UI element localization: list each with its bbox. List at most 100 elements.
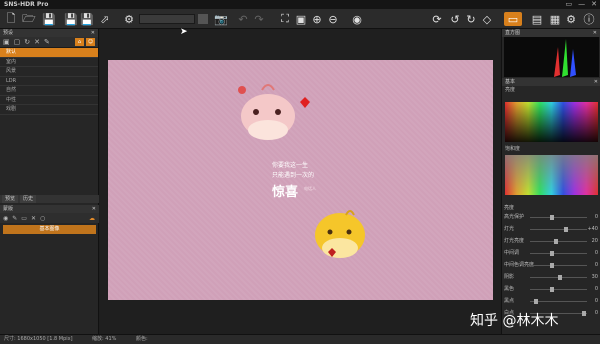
slider-knob[interactable] — [550, 263, 554, 268]
watermark-text: 知乎 @林木木 — [470, 313, 559, 329]
open-file-icon[interactable]: 🗁 — [22, 12, 36, 26]
preset-item[interactable]: LDR — [0, 77, 98, 86]
restore-window-icon[interactable]: ▭ — [566, 0, 573, 9]
brightness-color-picker[interactable] — [505, 102, 598, 142]
color-swatch[interactable] — [198, 14, 208, 24]
redo-icon[interactable]: ↻ — [464, 12, 478, 26]
delete-preset-icon[interactable]: ✕ — [34, 38, 40, 46]
export-icon[interactable]: ⬀ — [98, 12, 112, 26]
redo-arrow-icon[interactable]: ↷ — [252, 12, 266, 26]
actual-size-icon[interactable]: ▣ — [294, 12, 308, 26]
slider-value[interactable]: 0 — [595, 297, 598, 306]
slider-knob[interactable] — [558, 275, 562, 280]
close-window-icon[interactable]: ✕ — [591, 0, 597, 9]
brightness-label: 亮度 — [505, 87, 516, 93]
slider-row[interactable]: 阴影 30 — [504, 273, 599, 282]
slider-knob[interactable] — [550, 215, 554, 220]
presets-toolbar: ▣ ▢ ↻ ✕ ✎ ⌂ ☺ — [0, 37, 98, 48]
slider-value[interactable]: 0 — [595, 309, 598, 318]
histogram — [504, 37, 599, 77]
save-copy-icon[interactable]: 💾 — [80, 12, 94, 26]
tab-history[interactable]: 历史 — [20, 195, 37, 203]
undo-icon[interactable]: ↺ — [448, 12, 462, 26]
slider-row[interactable]: 高光保护 0 — [504, 213, 599, 222]
preset-item[interactable]: 默认 — [0, 48, 98, 58]
grid-icon[interactable]: ▦ — [548, 12, 562, 26]
undo-arrow-icon[interactable]: ↶ — [236, 12, 250, 26]
zoom-input[interactable] — [139, 14, 195, 24]
slider-value[interactable]: 20 — [592, 237, 598, 246]
slider-value[interactable]: 0 — [595, 285, 598, 294]
zoom-in-icon[interactable]: ⊕ — [310, 12, 324, 26]
saturation-label: 饱和度 — [505, 146, 521, 152]
slider-knob[interactable] — [550, 251, 554, 256]
slider-knob[interactable] — [554, 239, 558, 244]
user-icon[interactable]: ☺ — [86, 38, 95, 46]
circle-icon[interactable]: ○ — [40, 215, 45, 222]
slider-value[interactable]: +40 — [587, 225, 598, 234]
preset-item[interactable]: 中性 — [0, 96, 98, 105]
minimize-window-icon[interactable]: — — [578, 0, 585, 9]
slider-row[interactable]: 中间色调亮度 0 — [504, 261, 599, 270]
slider-label: 黑色 — [504, 286, 515, 292]
photo-text-line2: 只能遇到一次的 — [272, 172, 315, 179]
settings-gear-icon[interactable]: ⚙ — [122, 12, 136, 26]
cartoon-illustration — [238, 84, 365, 258]
tab-preview[interactable]: 预览 — [2, 195, 19, 203]
camera-icon[interactable]: 📷 — [214, 12, 228, 26]
preset-item[interactable]: 自然 — [0, 86, 98, 96]
slider-value[interactable]: 0 — [595, 213, 598, 222]
slider-knob[interactable] — [534, 299, 538, 304]
slider-row[interactable]: 黑色 0 — [504, 285, 599, 294]
brush-icon[interactable]: ✎ — [12, 215, 17, 222]
presets-header-label: 预设 — [3, 30, 14, 36]
eye-icon[interactable]: ◉ — [3, 215, 8, 222]
save-as-icon[interactable]: 💾 — [64, 12, 78, 26]
panel-close-icon[interactable]: ✕ — [91, 29, 95, 37]
new-file-icon[interactable]: 🗋 — [4, 12, 18, 26]
pencil-icon[interactable]: ✎ — [44, 38, 50, 46]
basic-close-icon[interactable]: ✕ — [594, 78, 598, 86]
copy-preset-icon[interactable]: ▢ — [14, 38, 21, 46]
remove-icon[interactable]: ✕ — [31, 215, 36, 222]
slider-value[interactable]: 0 — [595, 249, 598, 258]
image-canvas[interactable]: ➤ 你要我这一生 只能遇到一次的 惊喜 电话人 — [100, 27, 500, 334]
slider-row[interactable]: 黑点 0 — [504, 297, 599, 306]
slider-value[interactable]: 0 — [595, 261, 598, 270]
overlay-close-icon[interactable]: ✕ — [92, 205, 96, 213]
home-icon[interactable]: ⌂ — [75, 38, 84, 46]
slider-label: 阴影 — [504, 274, 515, 280]
layout-icon[interactable]: ▤ — [530, 12, 544, 26]
histogram-close-icon[interactable]: ✕ — [593, 29, 597, 37]
main-toolbar: 🗋 🗁 💾 💾 💾 ⬀ ⚙ 📷 ↶ ↷ ⛶ ▣ ⊕ ⊖ ◉ ⟳ ↺ ↻ ◇ ▭ … — [0, 9, 600, 29]
photo-preview[interactable]: 你要我这一生 只能遇到一次的 惊喜 电话人 — [108, 60, 493, 300]
flip-icon[interactable]: ◇ — [480, 12, 494, 26]
refresh-preset-icon[interactable]: ↻ — [24, 38, 30, 46]
slider-row[interactable]: 灯光亮度 20 — [504, 237, 599, 246]
add-preset-icon[interactable]: ▣ — [3, 38, 10, 46]
saturation-color-picker[interactable] — [505, 155, 598, 195]
slider-row[interactable]: 灯光 +40 — [504, 225, 599, 234]
slider-value[interactable]: 30 — [592, 273, 598, 282]
slider-label: 黑点 — [504, 298, 515, 304]
preset-item[interactable]: 室内 — [0, 58, 98, 67]
slider-row[interactable]: 中间调 0 — [504, 249, 599, 258]
slider-knob[interactable] — [564, 227, 568, 232]
slider-knob[interactable] — [550, 287, 554, 292]
base-image-button[interactable]: 基本图像 — [3, 225, 96, 234]
preset-item[interactable]: 戏剧 — [0, 105, 98, 115]
eraser-icon[interactable]: ▭ — [21, 215, 27, 222]
preview-eye-icon[interactable]: ◉ — [350, 12, 364, 26]
slider-knob[interactable] — [582, 311, 586, 316]
cloud-icon[interactable]: ☁ — [89, 215, 95, 222]
zoom-out-icon[interactable]: ⊖ — [326, 12, 340, 26]
title-bar: SNS-HDR Pro ▭ — ✕ — [0, 0, 600, 9]
monitor-icon[interactable]: ▭ — [504, 12, 522, 26]
fit-icon[interactable]: ⛶ — [278, 12, 292, 26]
info-icon[interactable]: ⓘ — [582, 12, 596, 26]
rotate-icon[interactable]: ⟳ — [430, 12, 444, 26]
settings-icon[interactable]: ⚙ — [564, 12, 578, 26]
preset-item[interactable]: 风景 — [0, 67, 98, 77]
slider-row[interactable]: 亮度 — [504, 204, 599, 213]
save-icon[interactable]: 💾 — [42, 12, 56, 26]
